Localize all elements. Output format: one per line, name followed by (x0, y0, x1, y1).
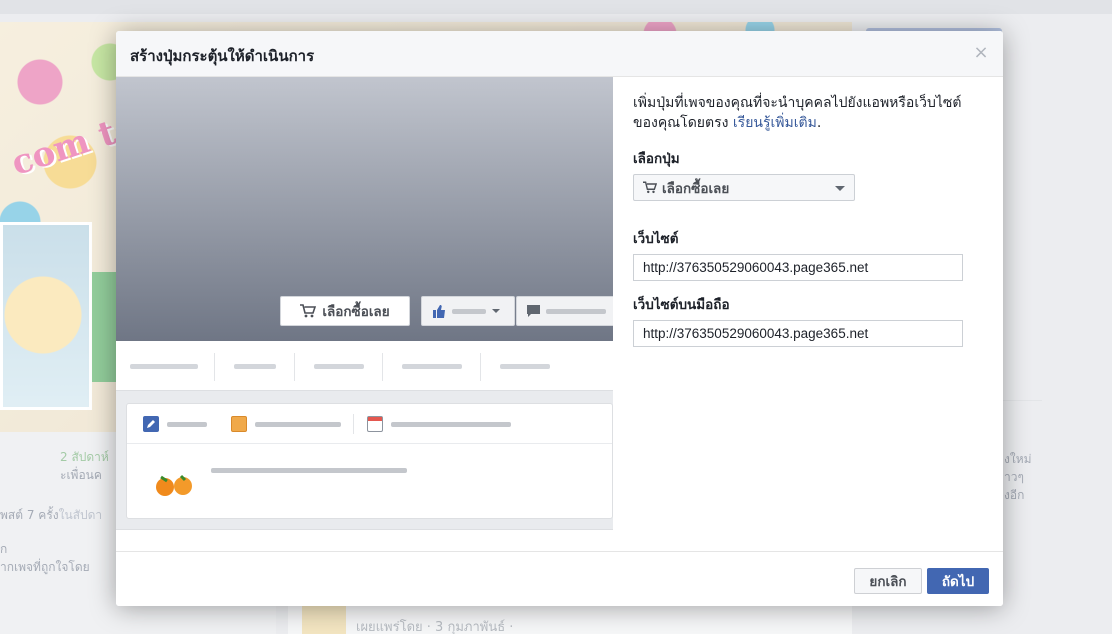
button-type-value: เลือกซื้อเลย (662, 180, 730, 197)
preview-nav-item (402, 364, 462, 369)
preview-nav-divider (480, 353, 481, 381)
photo-icon (231, 416, 247, 432)
preview-nav-item (234, 364, 276, 369)
preview-message-placeholder (546, 308, 606, 314)
chevron-down-icon (492, 309, 500, 313)
preview-page-nav (116, 341, 613, 391)
preview-nav-item (314, 364, 364, 369)
next-button[interactable]: ถัดไป (927, 568, 989, 594)
preview-nav-item (500, 364, 550, 369)
preview-composer (126, 403, 613, 519)
preview-second-card (116, 529, 613, 551)
learn-more-link[interactable]: เรียนรู้เพิ่มเติม (733, 115, 817, 131)
preview-message-button (516, 296, 613, 326)
preview-nav-divider (382, 353, 383, 381)
close-icon[interactable]: × (971, 43, 991, 63)
mobile-website-label: เว็บไซต์บนมือถือ (633, 297, 730, 313)
website-input[interactable]: http://376350529060043.page365.net (633, 254, 963, 281)
dialog-footer: ยกเลิก ถัดไป (116, 551, 1003, 606)
select-button-label: เลือกปุ่ม (633, 151, 680, 167)
chevron-down-icon (835, 186, 845, 191)
preview-nav-divider (294, 353, 295, 381)
form-description-period: . (816, 115, 822, 131)
form-description: เพิ่มปุ่มที่เพจของคุณที่จะนำบุคคลไปยังแอ… (633, 93, 973, 133)
cart-icon (643, 181, 657, 194)
preview-nav-item (130, 364, 198, 369)
preview-cta-label: เลือกซื้อเลย (322, 304, 390, 320)
preview-cta-button: เลือกซื้อเลย (280, 296, 410, 326)
website-label: เว็บไซต์ (633, 231, 679, 247)
thumbs-up-icon (433, 304, 445, 318)
calendar-icon (367, 416, 383, 432)
preview-tab-label (167, 422, 207, 427)
preview-tab-divider (353, 414, 354, 434)
cart-icon (300, 304, 317, 318)
preview-tab-label (391, 422, 511, 427)
preview-nav-divider (214, 353, 215, 381)
preview-composer-tabs (127, 404, 612, 444)
preview-tab-label (255, 422, 341, 427)
button-type-select[interactable]: เลือกซื้อเลย (633, 174, 855, 201)
page-preview: เลือกซื้อเลย (116, 77, 613, 551)
preview-composer-placeholder (211, 468, 407, 473)
cancel-button[interactable]: ยกเลิก (854, 568, 922, 594)
pencil-icon (143, 416, 159, 432)
cta-form: เพิ่มปุ่มที่เพจของคุณที่จะนำบุคคลไปยังแอ… (613, 77, 1003, 551)
preview-profile-thumbnail (153, 470, 199, 502)
mobile-website-input[interactable]: http://376350529060043.page365.net (633, 320, 963, 347)
preview-like-placeholder (452, 308, 486, 314)
speech-bubble-icon (527, 305, 540, 317)
dialog-header: สร้างปุ่มกระตุ้นให้ดำเนินการ × (116, 31, 1003, 77)
preview-like-button (421, 296, 515, 326)
dialog-title: สร้างปุ่มกระตุ้นให้ดำเนินการ (130, 47, 315, 65)
create-cta-dialog: สร้างปุ่มกระตุ้นให้ดำเนินการ × เลือกซื้อ… (116, 31, 1003, 606)
